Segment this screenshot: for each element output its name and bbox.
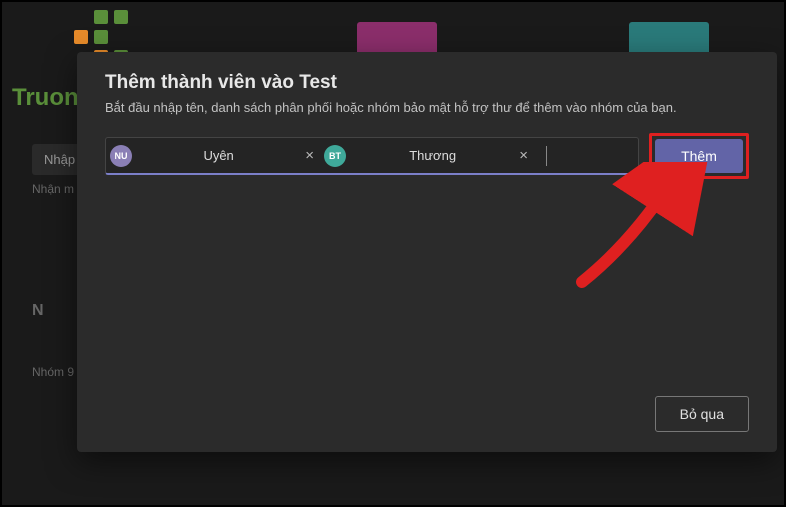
chip-label: Uyên [140, 148, 297, 163]
skip-button[interactable]: Bỏ qua [655, 396, 749, 432]
input-row: NU Uyên × BT Thương × Thêm [105, 133, 749, 179]
bg-text-fragment-n: N [32, 302, 44, 320]
modal-subtitle: Bắt đầu nhập tên, danh sách phân phối ho… [105, 100, 749, 115]
bg-text-fragment-n2: Nhóm 9 c [32, 365, 83, 379]
chip-label: Thương [354, 148, 511, 163]
add-button[interactable]: Thêm [655, 139, 743, 173]
add-members-modal: Thêm thành viên vào Test Bắt đầu nhập tê… [77, 52, 777, 452]
member-chip[interactable]: BT Thương × [324, 145, 534, 167]
member-chip[interactable]: NU Uyên × [110, 145, 320, 167]
members-input[interactable]: NU Uyên × BT Thương × [105, 137, 639, 175]
avatar: NU [110, 145, 132, 167]
modal-title: Thêm thành viên vào Test [105, 72, 749, 94]
remove-chip-icon[interactable]: × [305, 147, 314, 164]
bg-text-fragment-1: Nhận m [32, 182, 74, 196]
text-cursor [546, 146, 548, 166]
avatar: BT [324, 145, 346, 167]
remove-chip-icon[interactable]: × [519, 147, 528, 164]
highlight-box: Thêm [649, 133, 749, 179]
